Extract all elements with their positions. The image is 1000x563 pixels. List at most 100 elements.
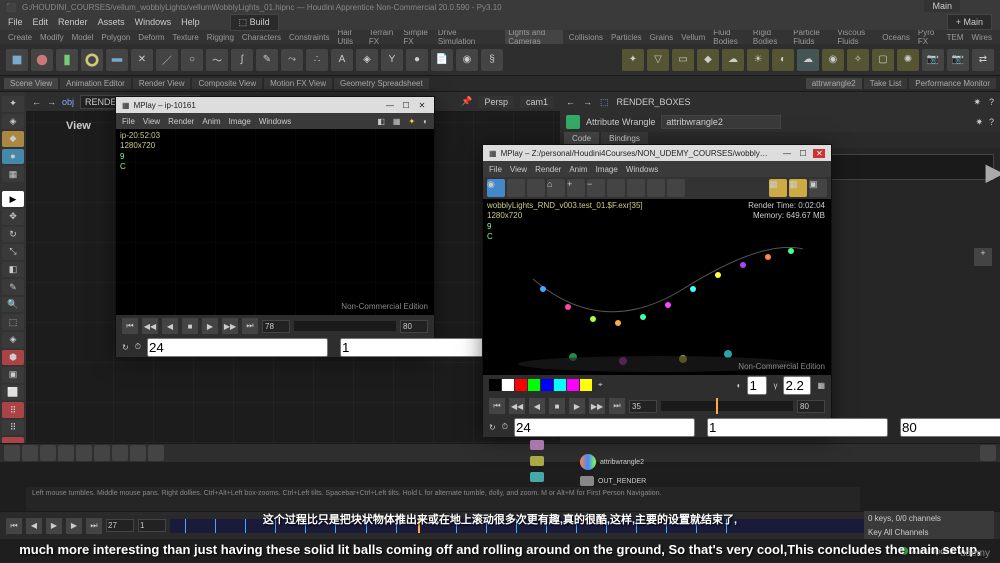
metaball-icon[interactable]: ●	[406, 49, 428, 71]
mp-menu-file[interactable]: File	[489, 165, 502, 174]
pin-icon[interactable]: 📌	[461, 96, 472, 107]
tool-icon[interactable]: 🔍	[2, 297, 24, 313]
tab-perfmon[interactable]: Performance Monitor	[909, 78, 996, 89]
mp-menu-windows[interactable]: Windows	[626, 165, 658, 174]
last-icon[interactable]: ⏭	[242, 318, 258, 334]
tool-icon[interactable]: ▣	[2, 367, 24, 383]
circle-icon[interactable]: ○	[181, 49, 203, 71]
back-icon[interactable]: ←	[566, 97, 575, 107]
shelf-tab-r[interactable]: Particles	[609, 33, 644, 42]
playrev-icon[interactable]: ◀	[162, 318, 178, 334]
tool-icon[interactable]: ✎	[2, 279, 24, 295]
menu-help[interactable]: Help	[181, 17, 200, 27]
color-swatches[interactable]	[489, 379, 592, 391]
picker-icon[interactable]: ⌖	[598, 380, 603, 390]
back-icon[interactable]: ←	[32, 97, 41, 107]
shelf-tab[interactable]: Simple FX	[401, 30, 432, 44]
node-out-render[interactable]: OUT_RENDER	[580, 476, 646, 486]
snap-icon[interactable]: ⠿	[2, 402, 24, 418]
plus-icon[interactable]: +	[974, 248, 992, 266]
nettool-icon[interactable]	[40, 445, 56, 461]
next-icon[interactable]: ▶▶	[589, 398, 605, 414]
path-obj[interactable]: obj	[62, 97, 74, 107]
spiral-icon[interactable]: ◉	[456, 49, 478, 71]
menu-windows[interactable]: Windows	[135, 17, 172, 27]
tool-icon[interactable]: ◈	[2, 114, 24, 130]
bw-icon[interactable]: ◐	[737, 381, 742, 390]
nettool-icon[interactable]	[980, 445, 996, 461]
move-icon[interactable]: ✥	[2, 209, 24, 225]
key-all[interactable]: Key All Channels	[864, 525, 994, 539]
max-icon[interactable]: ☐	[797, 149, 809, 158]
mp-menu-render[interactable]: Render	[168, 117, 194, 126]
line-icon[interactable]: ／	[156, 49, 178, 71]
node-attribwrangle[interactable]: attribwrangle2	[580, 454, 644, 470]
persp-select[interactable]: Persp	[478, 96, 514, 108]
home-icon[interactable]: ⌂	[547, 179, 565, 197]
mp-tool-icon[interactable]	[667, 179, 685, 197]
zoomout-icon[interactable]: −	[587, 179, 605, 197]
tab-composite[interactable]: Composite View	[192, 78, 262, 89]
menu-file[interactable]: File	[8, 17, 23, 27]
last-icon[interactable]: ⏭	[609, 398, 625, 414]
desktop-main[interactable]: + Main	[947, 14, 992, 30]
nettool-icon[interactable]	[130, 445, 146, 461]
helix-icon[interactable]: §	[481, 49, 503, 71]
gamma-input[interactable]	[783, 376, 811, 395]
shelf-tab[interactable]: Drive Simulation	[436, 30, 482, 44]
min-icon[interactable]: —	[384, 101, 396, 110]
mp-tool-icon[interactable]	[607, 179, 625, 197]
tab-takelist[interactable]: Take List	[864, 78, 908, 89]
shelf-tab-r[interactable]: Particle Fluids	[791, 30, 831, 44]
spray-icon[interactable]: ∴	[306, 49, 328, 71]
help-icon[interactable]: ?	[989, 117, 994, 127]
quickmark-icon[interactable]	[530, 440, 544, 450]
mp-tool-icon[interactable]	[507, 179, 525, 197]
desktop-build[interactable]: ⬚ Build	[230, 14, 279, 31]
mp-frame-input[interactable]	[629, 400, 657, 413]
fwd-icon[interactable]: →	[47, 97, 56, 107]
box-icon[interactable]	[6, 49, 28, 71]
shelf-tab-r[interactable]: Rigid Bodies	[751, 30, 787, 44]
mp-scrubber[interactable]	[661, 401, 793, 411]
prev-icon[interactable]: ◀◀	[142, 318, 158, 334]
shelf-tab[interactable]: Constraints	[287, 33, 331, 42]
quickmark-icon[interactable]	[530, 456, 544, 466]
nettool-icon[interactable]	[148, 445, 164, 461]
arealight-icon[interactable]: ▭	[672, 49, 694, 71]
spotlight-icon[interactable]: ▽	[647, 49, 669, 71]
menu-render[interactable]: Render	[58, 17, 88, 27]
fps-input[interactable]	[147, 338, 328, 357]
mp-tool-icon[interactable]: ▦	[789, 179, 807, 197]
handles-icon[interactable]: ✦	[2, 96, 24, 112]
stop-icon[interactable]: ■	[182, 318, 198, 334]
nettool-icon[interactable]	[22, 445, 38, 461]
mplay2-viewport[interactable]: wobblyLights_RND_v003.test_01.$F.exr[35]…	[483, 199, 831, 375]
distlight-icon[interactable]: ☀	[747, 49, 769, 71]
tab-motionfx[interactable]: Motion FX View	[264, 78, 332, 89]
gear-icon[interactable]: ✷	[973, 97, 981, 108]
file-icon[interactable]: 📄	[431, 49, 453, 71]
mp-menu-image[interactable]: Image	[596, 165, 618, 174]
mp-menu-anim[interactable]: Anim	[202, 117, 220, 126]
range-end-input[interactable]	[900, 418, 1000, 437]
mp-tool-icon[interactable]: ◉	[487, 179, 505, 197]
mp-menu-render[interactable]: Render	[535, 165, 561, 174]
shelf-tab-r[interactable]: Wires	[970, 33, 994, 42]
mplay1-titlebar[interactable]: ▦ MPlay – ip-10161 —☐✕	[116, 97, 434, 113]
mp-tool-icon[interactable]	[527, 179, 545, 197]
tool-icon[interactable]: ●	[2, 149, 24, 165]
null-icon[interactable]: ✕	[131, 49, 153, 71]
envlight-icon[interactable]: ◐	[772, 49, 794, 71]
quickmark-icon[interactable]	[530, 472, 544, 482]
mplay-window-2[interactable]: ▦ MPlay – Z:/personal/Houdini4Courses/NO…	[482, 144, 832, 434]
realtime-icon[interactable]: ⏱	[135, 342, 141, 352]
mp-frame-input[interactable]	[262, 320, 290, 333]
min-icon[interactable]: —	[781, 149, 793, 158]
nettool-icon[interactable]	[4, 445, 20, 461]
shelf-tab[interactable]: Hair Utils	[336, 30, 363, 44]
shelf-tab[interactable]: Create	[6, 33, 34, 42]
vollight-icon[interactable]: ☁	[722, 49, 744, 71]
cam-select[interactable]: cam1	[520, 96, 554, 108]
mplay-window-1[interactable]: ▦ MPlay – ip-10161 —☐✕ File View Render …	[115, 96, 435, 356]
